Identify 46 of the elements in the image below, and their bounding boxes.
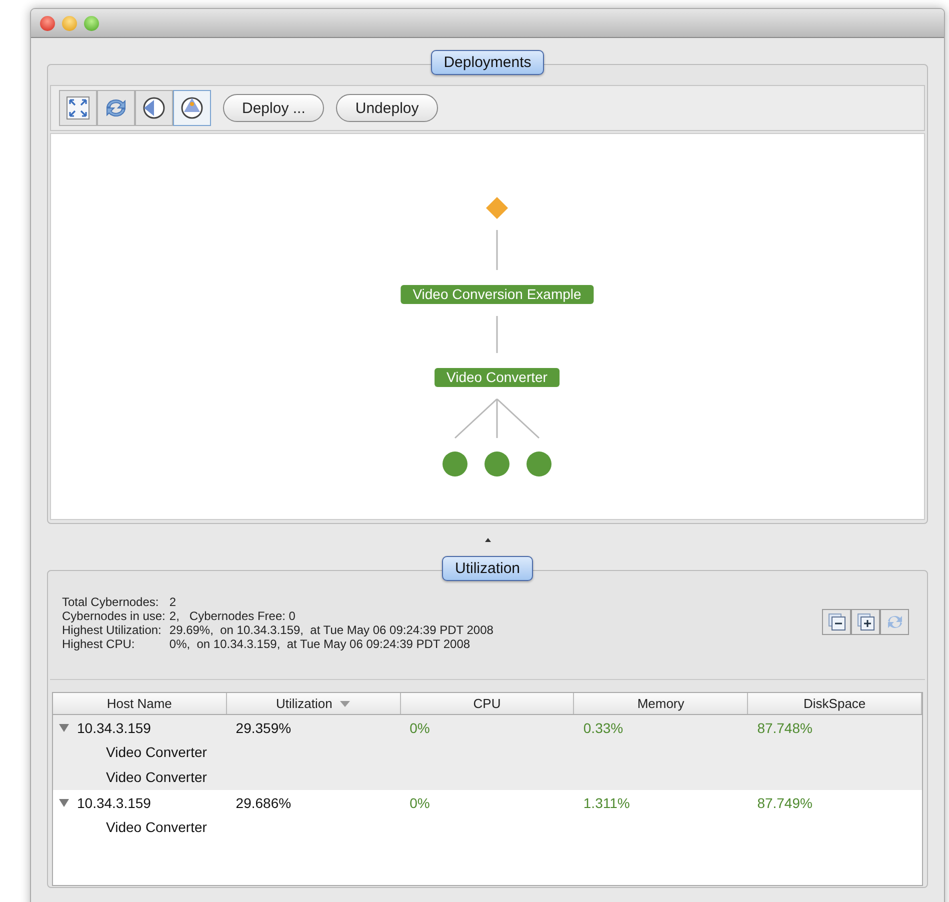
toolbar-button[interactable]: Deploy ... [223,94,324,122]
table-cell: 87.748% [757,720,812,736]
instance-node[interactable] [484,451,510,477]
toolbar-button[interactable]: Undeploy [336,94,438,122]
summary-label: Highest CPU: [62,637,136,651]
disclosure-triangle-icon[interactable] [59,798,69,808]
close-button[interactable] [40,16,55,30]
connector-line [496,316,498,353]
tree-item[interactable]: Video Converter [106,819,207,835]
expand-arrows-icon[interactable] [59,90,97,126]
column-header[interactable]: Utilization [226,693,401,714]
column-header[interactable]: Host Name [53,693,227,714]
table-cell: 29.686% [236,794,292,810]
instance-node[interactable] [442,451,468,477]
connector-line [496,230,498,270]
sort-arrow-icon [340,700,350,706]
disclosure-triangle-icon[interactable] [59,722,69,732]
table-cell: 0.33% [583,720,624,736]
table-cell: 1.311% [583,794,630,810]
section-title: Deployments [430,50,544,75]
table-cell: 10.34.3.159 [77,794,151,810]
refresh-icon[interactable] [97,90,135,126]
summary-value: 2, Cybernodes Free: 0 [169,609,296,623]
splitter-handle-icon[interactable] [484,537,492,543]
column-header[interactable]: DiskSpace [748,693,922,714]
expand-icon[interactable] [851,609,880,635]
tree-item[interactable]: Video Converter [106,744,207,760]
table-cell: 10.34.3.159 [77,720,151,736]
refresh-icon[interactable] [880,609,909,635]
summary-label: Total Cybernodes: [62,595,160,609]
diamond-node[interactable] [485,196,509,220]
tree-item[interactable]: Video Converter [106,769,207,785]
summary-value: 0%, on 10.34.3.159, at Tue May 06 09:24:39 PDT 2008 [169,637,472,651]
summary-value: 29.69%, on 10.34.3.159, at Tue May 06 09:24:39 PDT 2008 [169,623,494,637]
section-title: Utilization [442,556,534,581]
summary-label: Highest Utilization: [62,623,162,637]
table-cell: 29.359% [236,720,292,736]
table-cell: 0% [410,720,430,736]
column-header[interactable]: Memory [574,693,748,714]
collapse-icon[interactable] [822,609,851,635]
summary-label: Cybernodes in use: [62,609,166,623]
summary-value: 2 [169,595,178,609]
table-cell: 87.749% [757,794,812,810]
instance-node[interactable] [526,451,552,477]
column-header[interactable]: CPU [400,693,574,714]
table-cell: 0% [410,794,430,810]
